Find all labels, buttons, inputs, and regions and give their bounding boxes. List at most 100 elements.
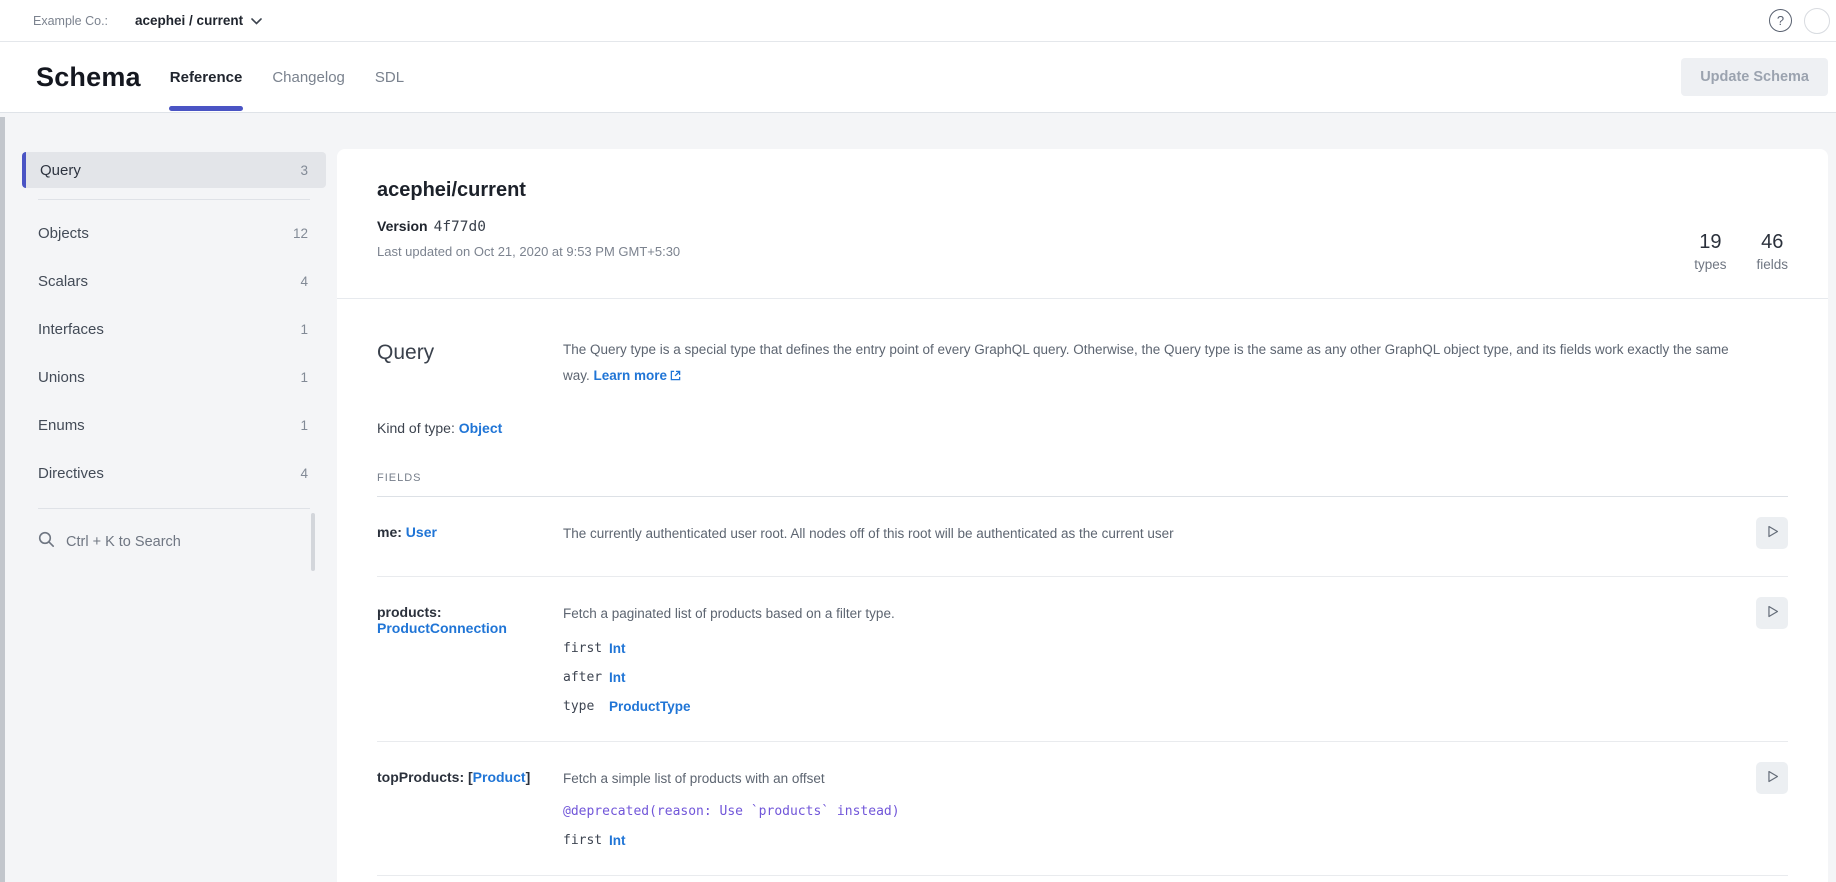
kind-value-link[interactable]: Object (459, 420, 503, 436)
sidebar-item-scalars[interactable]: Scalars 4 (22, 257, 326, 305)
collapsed-left-rail[interactable] (0, 117, 5, 882)
org-label: Example Co.: (33, 14, 108, 28)
arg-type-link[interactable]: Int (609, 641, 626, 656)
arg-row: first Int (563, 833, 1748, 848)
search-trigger[interactable]: Ctrl + K to Search (22, 518, 326, 566)
sidebar-item-enums[interactable]: Enums 1 (22, 401, 326, 449)
stat-types: 19 types (1694, 231, 1726, 272)
version-label: Version (377, 218, 428, 234)
field-name-text: products: (377, 604, 442, 620)
arg-type-link[interactable]: Int (609, 833, 626, 848)
chevron-down-icon (251, 12, 262, 30)
type-description: The Query type is a special type that de… (563, 337, 1788, 390)
field-row-products: products: ProductConnection Fetch a pagi… (377, 577, 1788, 742)
sidebar-item-count: 4 (300, 466, 308, 481)
field-name: me: User (377, 524, 563, 549)
stat-fields: 46 fields (1756, 231, 1788, 272)
arg-name: first (563, 833, 609, 848)
field-name: products: ProductConnection (377, 604, 563, 714)
stat-label: fields (1756, 257, 1788, 272)
content-area: Query 3 Objects 12 Scalars 4 Interfaces … (0, 113, 1836, 882)
tab-changelog[interactable]: Changelog (272, 42, 345, 112)
sidebar-item-count: 1 (300, 322, 308, 337)
graph-title: acephei/current (377, 179, 680, 202)
stat-label: types (1694, 257, 1726, 272)
field-type-link[interactable]: Product (473, 769, 526, 785)
arg-row: type ProductType (563, 699, 1748, 714)
external-link-icon (670, 364, 681, 390)
stat-value: 46 (1756, 231, 1788, 254)
update-schema-button[interactable]: Update Schema (1681, 58, 1828, 96)
learn-more-link[interactable]: Learn more (594, 368, 668, 383)
arg-name: type (563, 699, 609, 714)
field-name-text: topProducts: (377, 769, 464, 785)
search-icon (38, 531, 55, 553)
sidebar-item-interfaces[interactable]: Interfaces 1 (22, 305, 326, 353)
sidebar-item-count: 3 (300, 163, 308, 178)
page-title: Schema (36, 62, 141, 93)
play-icon (1764, 603, 1781, 623)
top-bar: Example Co.: acephei / current ? (0, 0, 1836, 42)
version-row: Version 4f77d0 (377, 218, 680, 235)
stat-value: 19 (1694, 231, 1726, 254)
tab-reference[interactable]: Reference (170, 42, 243, 112)
sidebar-item-count: 1 (300, 418, 308, 433)
sidebar-divider (38, 199, 310, 200)
field-name: topProducts: [Product] (377, 769, 563, 848)
sidebar-item-count: 12 (293, 226, 308, 241)
schema-stats: 19 types 46 fields (1694, 179, 1788, 272)
type-description-text: The Query type is a special type that de… (563, 342, 1729, 383)
field-args: first Int (563, 833, 1748, 848)
arg-row: after Int (563, 670, 1748, 685)
kind-of-type-row: Kind of type: Object (377, 420, 1788, 436)
fields-section-label: FIELDS (377, 472, 1788, 484)
sidebar-item-unions[interactable]: Unions 1 (22, 353, 326, 401)
last-updated: Last updated on Oct 21, 2020 at 9:53 PM … (377, 244, 680, 259)
field-description: The currently authenticated user root. A… (563, 524, 1748, 549)
graph-selector-label: acephei / current (135, 13, 243, 28)
field-name-text: me: (377, 524, 402, 540)
page-header: Schema Reference Changelog SDL Update Sc… (0, 42, 1836, 113)
arg-type-link[interactable]: Int (609, 670, 626, 685)
sidebar-item-count: 1 (300, 370, 308, 385)
sidebar-item-label: Objects (38, 225, 89, 242)
sidebar-item-query[interactable]: Query 3 (22, 152, 326, 188)
field-type-bracket: ] (526, 769, 531, 785)
sidebar-item-label: Unions (38, 369, 85, 386)
field-type-link[interactable]: User (406, 524, 437, 540)
type-name: Query (377, 341, 563, 390)
field-row-topproducts: topProducts: [Product] Fetch a simple li… (377, 742, 1788, 876)
deprecated-directive: @deprecated(reason: Use `products` inste… (563, 804, 1748, 819)
play-icon (1764, 523, 1781, 543)
help-button[interactable]: ? (1769, 9, 1792, 32)
sidebar-item-label: Enums (38, 417, 85, 434)
arg-type-link[interactable]: ProductType (609, 699, 691, 714)
schema-nav-sidebar: Query 3 Objects 12 Scalars 4 Interfaces … (22, 152, 326, 566)
search-hint: Ctrl + K to Search (66, 534, 181, 550)
sidebar-scrollbar[interactable] (311, 513, 315, 571)
sidebar-item-objects[interactable]: Objects 12 (22, 209, 326, 257)
graph-selector[interactable]: acephei / current (135, 12, 262, 30)
field-description: Fetch a paginated list of products based… (563, 604, 1748, 624)
tab-sdl[interactable]: SDL (375, 42, 404, 112)
run-query-button[interactable] (1756, 517, 1788, 549)
arg-row: first Int (563, 641, 1748, 656)
run-query-button[interactable] (1756, 762, 1788, 794)
version-value: 4f77d0 (434, 219, 486, 235)
tab-bar: Reference Changelog SDL (170, 42, 404, 112)
sidebar-item-directives[interactable]: Directives 4 (22, 449, 326, 497)
question-mark-icon: ? (1777, 13, 1784, 28)
play-icon (1764, 768, 1781, 788)
sidebar-item-count: 4 (300, 274, 308, 289)
kind-label: Kind of type: (377, 420, 459, 436)
field-args: first Int after Int type ProductType (563, 641, 1748, 714)
avatar[interactable] (1804, 8, 1830, 34)
run-query-button[interactable] (1756, 597, 1788, 629)
sidebar-item-label: Directives (38, 465, 104, 482)
arg-name: first (563, 641, 609, 656)
schema-card: acephei/current Version 4f77d0 Last updat… (337, 149, 1828, 882)
field-description: Fetch a simple list of products with an … (563, 769, 1748, 789)
field-type-link[interactable]: ProductConnection (377, 620, 507, 636)
arg-name: after (563, 670, 609, 685)
sidebar-item-label: Interfaces (38, 321, 104, 338)
